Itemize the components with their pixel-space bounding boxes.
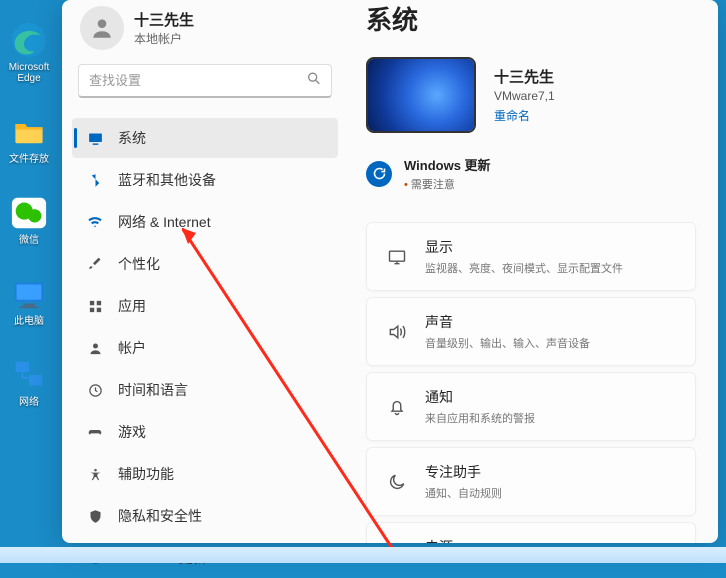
desktop-icon-network[interactable]: 网络 <box>7 355 51 408</box>
device-row: 十三先生 VMware7,1 重命名 <box>366 57 696 133</box>
folder-icon <box>9 112 49 152</box>
desktop-icon-wechat[interactable]: 微信 <box>7 193 51 246</box>
edge-icon <box>9 20 49 60</box>
search-wrap <box>78 64 332 98</box>
wifi-icon <box>86 213 104 231</box>
clock-icon <box>86 381 104 399</box>
rename-link[interactable]: 重命名 <box>494 107 555 124</box>
settings-window: 十三先生 本地帐户 系统 蓝牙和其他设备 网络 & Internet <box>62 0 718 543</box>
user-icon <box>86 339 104 357</box>
sidebar-item-label: 帐户 <box>118 338 146 358</box>
apps-icon <box>86 297 104 315</box>
windows-update-row[interactable]: Windows 更新 需要注意 <box>366 155 696 192</box>
main: 系统 十三先生 VMware7,1 重命名 Windows 更新 需要注意 显 <box>348 0 718 543</box>
card-focus[interactable]: 专注助手 通知、自动规则 <box>366 447 696 516</box>
system-icon <box>86 129 104 147</box>
card-power[interactable]: 电源 睡眠、电池使用情况、节电模式 <box>366 522 696 543</box>
moon-icon <box>385 470 409 494</box>
sidebar-item-personalize[interactable]: 个性化 <box>72 244 338 284</box>
card-desc: 通知、自动规则 <box>425 485 502 501</box>
sidebar-item-label: 应用 <box>118 296 146 316</box>
card-title: 声音 <box>425 312 590 332</box>
card-title: 电源 <box>425 537 579 543</box>
device-thumbnail <box>366 57 476 133</box>
computer-icon <box>9 274 49 314</box>
sidebar-item-gaming[interactable]: 游戏 <box>72 412 338 452</box>
desktop-icons: Microsoft Edge 文件存放 微信 此电脑 网络 <box>0 20 58 408</box>
card-desc: 音量级别、输出、输入、声音设备 <box>425 335 590 351</box>
shield-icon <box>86 507 104 525</box>
avatar <box>80 6 124 50</box>
sidebar-item-label: 蓝牙和其他设备 <box>118 170 216 190</box>
card-title: 显示 <box>425 237 623 257</box>
update-title: Windows 更新 <box>404 155 491 174</box>
card-sound[interactable]: 声音 音量级别、输出、输入、声音设备 <box>366 297 696 366</box>
card-title: 通知 <box>425 387 535 407</box>
network-icon <box>9 355 49 395</box>
speaker-icon <box>385 320 409 344</box>
sidebar-item-label: 隐私和安全性 <box>118 506 202 526</box>
sidebar-item-label: 时间和语言 <box>118 380 188 400</box>
card-notify[interactable]: 通知 来自应用和系统的警报 <box>366 372 696 441</box>
refresh-icon <box>366 161 392 187</box>
brush-icon <box>86 255 104 273</box>
desktop-icon-edge[interactable]: Microsoft Edge <box>7 20 51 84</box>
desktop-icon-thispc[interactable]: 此电脑 <box>7 274 51 327</box>
device-model: VMware7,1 <box>494 89 555 103</box>
settings-card-list: 显示 监视器、亮度、夜间模式、显示配置文件 声音 音量级别、输出、输入、声音设备… <box>366 222 696 543</box>
sidebar-item-label: 系统 <box>118 128 146 148</box>
device-name: 十三先生 <box>494 66 555 87</box>
monitor-icon <box>385 245 409 269</box>
sidebar-item-accounts[interactable]: 帐户 <box>72 328 338 368</box>
sidebar-item-accessibility[interactable]: 辅助功能 <box>72 454 338 494</box>
bluetooth-icon <box>86 171 104 189</box>
card-title: 专注助手 <box>425 462 502 482</box>
update-detail: 需要注意 <box>404 176 491 192</box>
nav: 系统 蓝牙和其他设备 网络 & Internet 个性化 应用 帐户 <box>72 118 338 578</box>
sidebar-item-bluetooth[interactable]: 蓝牙和其他设备 <box>72 160 338 200</box>
card-desc: 来自应用和系统的警报 <box>425 410 535 426</box>
sidebar-item-label: 游戏 <box>118 422 146 442</box>
bell-icon <box>385 395 409 419</box>
wechat-icon <box>9 193 49 233</box>
sidebar-item-privacy[interactable]: 隐私和安全性 <box>72 496 338 536</box>
sidebar-item-system[interactable]: 系统 <box>72 118 338 158</box>
search-input[interactable] <box>78 64 332 98</box>
search-icon <box>306 71 322 92</box>
game-icon <box>86 423 104 441</box>
page-title: 系统 <box>366 0 696 37</box>
sidebar-item-network[interactable]: 网络 & Internet <box>72 202 338 242</box>
user-name: 十三先生 <box>134 9 194 30</box>
sidebar-item-label: 个性化 <box>118 254 160 274</box>
user-row[interactable]: 十三先生 本地帐户 <box>72 0 338 58</box>
sidebar-item-label: 辅助功能 <box>118 464 174 484</box>
taskbar[interactable] <box>0 547 726 563</box>
sidebar-item-time[interactable]: 时间和语言 <box>72 370 338 410</box>
desktop-icon-folder[interactable]: 文件存放 <box>7 112 51 165</box>
accessibility-icon <box>86 465 104 483</box>
user-subtitle: 本地帐户 <box>134 30 194 47</box>
sidebar: 十三先生 本地帐户 系统 蓝牙和其他设备 网络 & Internet <box>62 0 348 543</box>
card-display[interactable]: 显示 监视器、亮度、夜间模式、显示配置文件 <box>366 222 696 291</box>
sidebar-item-apps[interactable]: 应用 <box>72 286 338 326</box>
card-desc: 监视器、亮度、夜间模式、显示配置文件 <box>425 260 623 276</box>
sidebar-item-label: 网络 & Internet <box>118 212 211 232</box>
